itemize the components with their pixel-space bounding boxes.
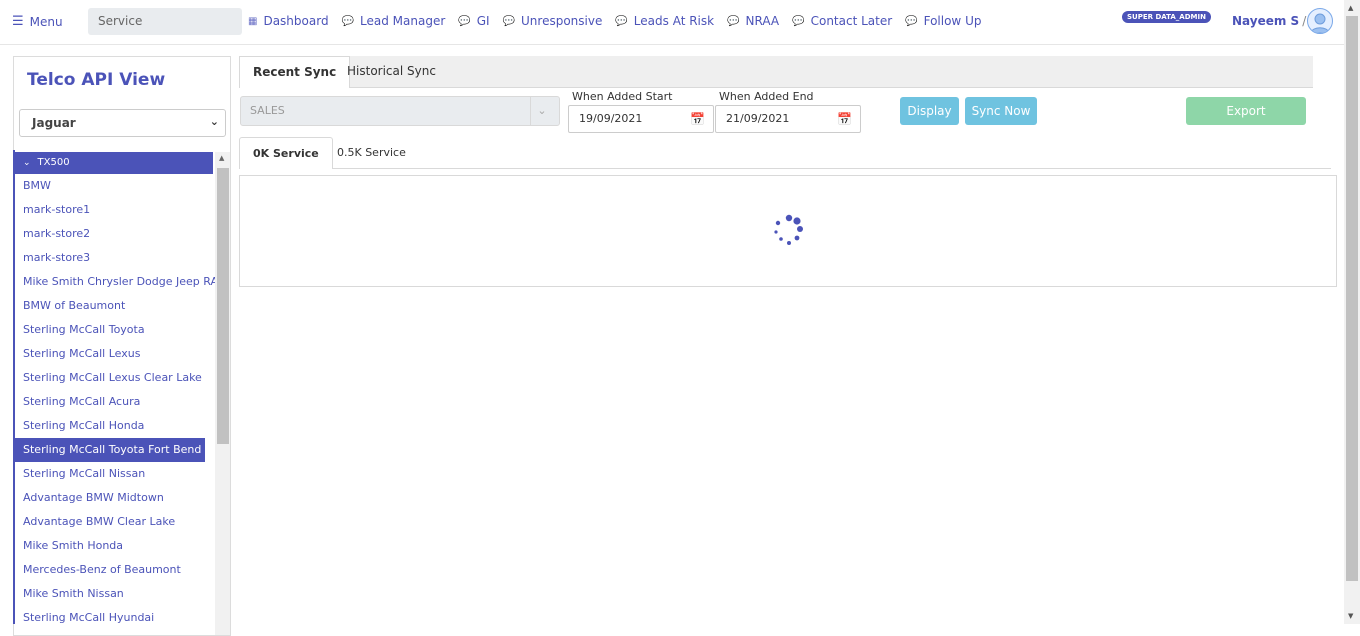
user-separator: / <box>1302 14 1307 28</box>
scroll-up-icon[interactable]: ▲ <box>1348 4 1353 12</box>
list-item[interactable]: mark-store1 <box>15 198 213 222</box>
menu-label: Menu <box>29 14 63 29</box>
chat-icon: 💬 <box>458 15 471 27</box>
start-date-value: 19/09/2021 <box>579 112 643 125</box>
user-avatar-icon <box>1310 13 1330 33</box>
nav-lead-manager[interactable]: 💬 Lead Manager <box>342 14 446 28</box>
nav-leads-at-risk[interactable]: 💬 Leads At Risk <box>615 14 714 28</box>
role-badge: SUPER DATA_ADMIN <box>1122 11 1211 23</box>
brand-select-value: Jaguar <box>32 116 76 130</box>
list-item[interactable]: BMW of Beaumont <box>15 294 213 318</box>
nav-gi[interactable]: 💬 GI <box>458 14 489 28</box>
group-header-tx500[interactable]: ⌄ TX500 <box>15 152 213 174</box>
store-list: ⌄ TX500 BMW mark-store1 mark-store2 mark… <box>15 152 227 630</box>
page-scrollbar[interactable]: ▲ ▼ <box>1344 0 1360 624</box>
avatar[interactable] <box>1307 8 1333 34</box>
department-select[interactable]: SALES ⌄ <box>240 96 560 126</box>
list-item[interactable]: Mike Smith Nissan <box>15 582 213 606</box>
chevron-down-icon: ⌄ <box>209 115 219 128</box>
list-item[interactable]: Sterling McCall Toyota <box>15 318 213 342</box>
list-item[interactable]: Sterling McCall Lexus <box>15 342 213 366</box>
start-date-input[interactable]: 19/09/2021 📅 <box>568 105 714 133</box>
display-button[interactable]: Display <box>900 97 959 125</box>
list-item[interactable]: Sterling McCall Nissan <box>15 462 213 486</box>
top-navbar: ☰ Menu Service ▦ Dashboard 💬 Lead Manage… <box>0 0 1344 45</box>
selection-indicator <box>13 150 15 624</box>
chat-icon: 💬 <box>502 15 516 27</box>
service-tabs: 0K Service 0.5K Service <box>239 137 1331 169</box>
user-menu[interactable]: Nayeem S / <box>1232 14 1306 28</box>
chat-icon: 💬 <box>615 15 628 27</box>
list-item[interactable]: Sterling McCall Hyundai <box>15 606 213 630</box>
page-title: Telco API View <box>27 70 166 90</box>
building-icon: ▦ <box>248 15 258 27</box>
scroll-up-icon[interactable]: ▲ <box>219 154 224 162</box>
list-item[interactable]: Mercedes-Benz of Beaumont <box>15 558 213 582</box>
nav-unresponsive[interactable]: 💬 Unresponsive <box>503 14 603 28</box>
list-item[interactable]: Advantage BMW Midtown <box>15 486 213 510</box>
page-scroll-thumb[interactable] <box>1346 16 1358 581</box>
hamburger-icon: ☰ <box>12 14 24 29</box>
sync-now-button[interactable]: Sync Now <box>965 97 1037 125</box>
chat-icon: 💬 <box>905 15 918 27</box>
list-item-selected[interactable]: Sterling McCall Toyota Fort Bend <box>15 438 206 462</box>
tab-0k-service[interactable]: 0K Service <box>239 137 333 169</box>
nav-follow-up[interactable]: 💬 Follow Up <box>905 14 981 28</box>
chat-icon: 💬 <box>727 15 740 27</box>
chevron-down-icon: ⌄ <box>530 97 553 125</box>
tab-historical-sync[interactable]: Historical Sync <box>334 56 449 87</box>
brand-select[interactable]: Jaguar ⌄ <box>19 109 226 137</box>
list-item[interactable]: mark-store2 <box>15 222 213 246</box>
tab-0-5k-service[interactable]: 0.5K Service <box>324 137 419 168</box>
loading-spinner-icon <box>774 214 803 245</box>
list-item[interactable]: Sterling McCall Honda <box>15 414 213 438</box>
list-item[interactable]: Mike Smith Honda <box>15 534 213 558</box>
chat-icon: 💬 <box>341 15 355 27</box>
list-item[interactable]: Mike Smith Chrysler Dodge Jeep RAM <box>15 270 227 294</box>
scroll-down-icon[interactable]: ▼ <box>1348 612 1353 620</box>
nav-nraa[interactable]: 💬 NRAA <box>727 14 779 28</box>
export-button[interactable]: Export <box>1186 97 1306 125</box>
list-item[interactable]: mark-store3 <box>15 246 213 270</box>
group-label: TX500 <box>37 157 70 168</box>
chevron-down-icon: ⌄ <box>23 158 31 168</box>
calendar-icon[interactable]: 📅 <box>690 112 705 126</box>
user-name: Nayeem S <box>1232 14 1300 28</box>
sync-tabs: Recent Sync Historical Sync <box>239 56 1313 88</box>
chat-icon: 💬 <box>792 15 805 27</box>
store-list-scroll-thumb[interactable] <box>217 168 229 444</box>
list-item[interactable]: Sterling McCall Acura <box>15 390 213 414</box>
end-date-value: 21/09/2021 <box>726 112 790 125</box>
service-selector[interactable]: Service <box>88 8 242 35</box>
nav-dashboard[interactable]: ▦ Dashboard <box>248 14 329 28</box>
department-select-value: SALES <box>250 104 285 117</box>
list-item[interactable]: Advantage BMW Clear Lake <box>15 510 213 534</box>
nav-contact-later[interactable]: 💬 Contact Later <box>792 14 892 28</box>
end-date-label: When Added End <box>719 90 814 103</box>
start-date-label: When Added Start <box>572 90 673 103</box>
list-item[interactable]: BMW <box>15 174 213 198</box>
menu-button[interactable]: ☰ Menu <box>12 14 63 29</box>
calendar-icon[interactable]: 📅 <box>837 112 852 126</box>
telco-sidebar: Telco API View Jaguar ⌄ ⌄ TX500 BMW mark… <box>13 56 231 636</box>
list-item[interactable]: Sterling McCall Lexus Clear Lake <box>15 366 213 390</box>
store-list-scrollbar[interactable]: ▲ <box>215 152 230 635</box>
end-date-input[interactable]: 21/09/2021 📅 <box>715 105 861 133</box>
nav-links: ▦ Dashboard 💬 Lead Manager 💬 GI 💬 Unresp… <box>248 14 994 28</box>
